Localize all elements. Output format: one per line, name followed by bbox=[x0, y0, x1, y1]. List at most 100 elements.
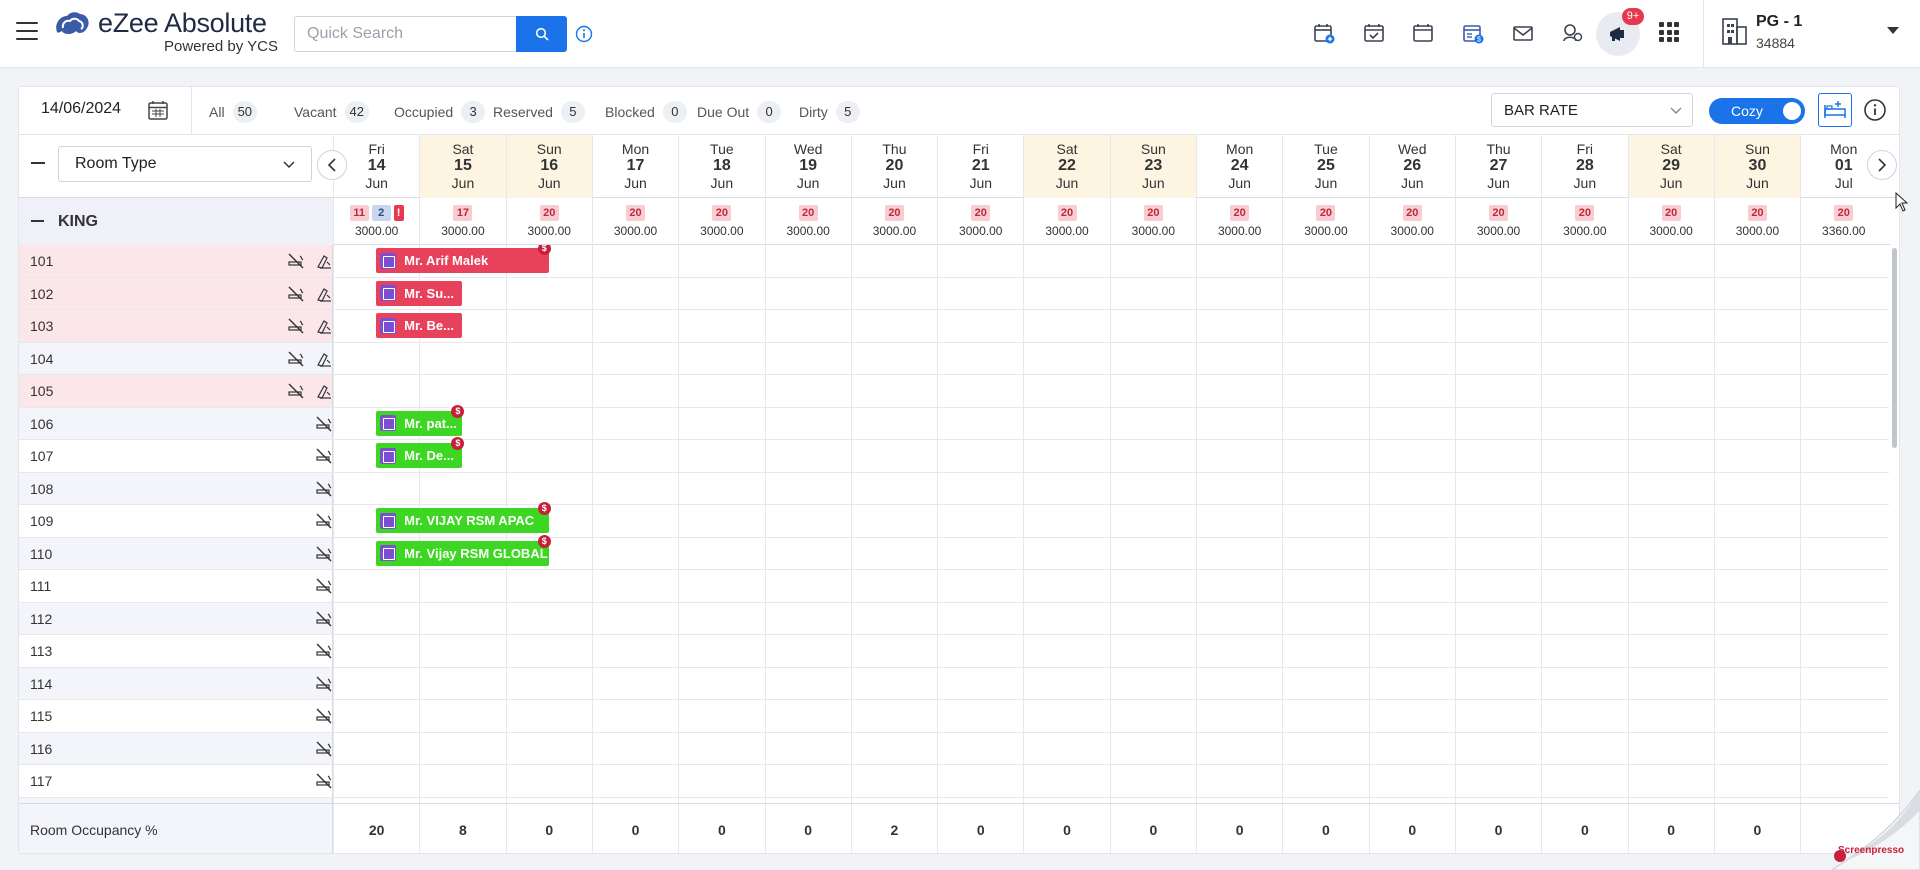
room-date-cell[interactable] bbox=[419, 667, 505, 699]
room-label-cell[interactable]: 117 bbox=[19, 765, 333, 797]
date-picker-icon[interactable] bbox=[147, 99, 169, 121]
room-date-cell[interactable] bbox=[1196, 342, 1282, 374]
room-date-cell[interactable] bbox=[1800, 245, 1886, 277]
room-date-cell[interactable] bbox=[937, 667, 1023, 699]
search-button[interactable] bbox=[516, 16, 567, 52]
room-date-cell[interactable] bbox=[1109, 700, 1196, 732]
room-date-cell[interactable] bbox=[1713, 277, 1800, 309]
room-date-cell[interactable] bbox=[1541, 505, 1627, 537]
room-date-cell[interactable] bbox=[1282, 342, 1368, 374]
room-date-cell[interactable] bbox=[591, 342, 678, 374]
status-filter-blocked[interactable]: Blocked 0 bbox=[605, 101, 687, 123]
availability-cell[interactable]: 20 3000.00 bbox=[850, 198, 937, 245]
room-date-cell[interactable] bbox=[764, 472, 851, 504]
room-date-cell[interactable] bbox=[505, 700, 592, 732]
room-date-cell[interactable] bbox=[678, 700, 764, 732]
room-date-cell[interactable] bbox=[1800, 505, 1886, 537]
room-date-cell[interactable] bbox=[1713, 732, 1800, 764]
room-date-cell[interactable] bbox=[505, 342, 592, 374]
room-date-cell[interactable] bbox=[850, 667, 937, 699]
room-date-cell[interactable] bbox=[937, 407, 1023, 439]
selected-date[interactable]: 14/06/2024 bbox=[41, 100, 121, 118]
room-date-cell[interactable] bbox=[1196, 537, 1282, 569]
room-date-cell[interactable] bbox=[850, 407, 937, 439]
room-date-cell[interactable] bbox=[1541, 537, 1627, 569]
room-date-cell[interactable] bbox=[764, 570, 851, 602]
availability-cell[interactable]: 20 3000.00 bbox=[1109, 198, 1196, 245]
status-filter-occupied[interactable]: Occupied 3 bbox=[394, 101, 486, 123]
availability-cell[interactable]: 20 3000.00 bbox=[764, 198, 851, 245]
room-date-cell[interactable] bbox=[1713, 407, 1800, 439]
room-date-cell[interactable] bbox=[678, 245, 764, 277]
room-date-cell[interactable] bbox=[1800, 732, 1886, 764]
room-label-cell[interactable]: 104 bbox=[19, 342, 333, 374]
room-date-cell[interactable] bbox=[1541, 440, 1627, 472]
room-date-cell[interactable] bbox=[1196, 310, 1282, 342]
room-date-cell[interactable] bbox=[1109, 407, 1196, 439]
room-date-cell[interactable] bbox=[1368, 635, 1455, 667]
room-date-cell[interactable] bbox=[1541, 277, 1627, 309]
reservation-block[interactable]: Mr. VIJAY RSM APAC bbox=[376, 508, 549, 533]
room-date-cell[interactable] bbox=[1454, 375, 1541, 407]
room-date-cell[interactable] bbox=[1282, 667, 1368, 699]
room-date-cell[interactable] bbox=[1196, 277, 1282, 309]
room-date-cell[interactable] bbox=[1454, 602, 1541, 634]
room-date-cell[interactable] bbox=[1627, 537, 1714, 569]
room-label-cell[interactable]: 106 bbox=[19, 407, 333, 439]
room-date-cell[interactable] bbox=[1627, 277, 1714, 309]
room-date-cell[interactable] bbox=[1627, 245, 1714, 277]
room-date-cell[interactable] bbox=[1196, 440, 1282, 472]
room-date-cell[interactable] bbox=[1627, 505, 1714, 537]
room-date-cell[interactable] bbox=[678, 570, 764, 602]
room-date-cell[interactable] bbox=[1713, 245, 1800, 277]
room-date-cell[interactable] bbox=[764, 602, 851, 634]
room-date-cell[interactable] bbox=[591, 505, 678, 537]
room-date-cell[interactable] bbox=[1196, 505, 1282, 537]
room-date-cell[interactable] bbox=[1368, 407, 1455, 439]
room-date-cell[interactable] bbox=[678, 732, 764, 764]
date-column-header[interactable]: Thu 20 Jun bbox=[850, 135, 937, 198]
availability-cell[interactable]: 11 2! 3000.00 bbox=[333, 198, 419, 245]
cozy-view-toggle[interactable]: Cozy bbox=[1709, 98, 1805, 124]
info-icon[interactable] bbox=[1863, 98, 1887, 122]
availability-cell[interactable]: 20 3000.00 bbox=[1541, 198, 1627, 245]
room-date-cell[interactable] bbox=[850, 537, 937, 569]
room-date-cell[interactable] bbox=[591, 310, 678, 342]
room-date-cell[interactable] bbox=[333, 375, 419, 407]
room-date-cell[interactable] bbox=[1454, 635, 1541, 667]
room-date-cell[interactable] bbox=[1627, 765, 1714, 797]
room-date-cell[interactable] bbox=[678, 765, 764, 797]
check-in-calendar-icon[interactable] bbox=[1359, 18, 1389, 48]
reservation-block[interactable]: Mr. De... bbox=[376, 443, 463, 468]
room-date-cell[interactable] bbox=[591, 700, 678, 732]
room-label-cell[interactable]: 101 bbox=[19, 245, 333, 277]
room-date-cell[interactable] bbox=[1454, 765, 1541, 797]
room-date-cell[interactable] bbox=[1800, 440, 1886, 472]
availability-cell[interactable]: 20 3360.00 bbox=[1800, 198, 1886, 245]
room-date-cell[interactable] bbox=[1627, 472, 1714, 504]
room-date-cell[interactable] bbox=[1541, 375, 1627, 407]
room-date-cell[interactable] bbox=[1454, 440, 1541, 472]
room-date-cell[interactable] bbox=[1541, 472, 1627, 504]
room-date-cell[interactable] bbox=[1541, 310, 1627, 342]
room-date-cell[interactable] bbox=[1109, 602, 1196, 634]
room-date-cell[interactable] bbox=[1196, 765, 1282, 797]
date-column-header[interactable]: Sat 15 Jun bbox=[419, 135, 506, 198]
room-date-cell[interactable] bbox=[1541, 732, 1627, 764]
room-date-cell[interactable] bbox=[1282, 375, 1368, 407]
room-date-cell[interactable] bbox=[1368, 537, 1455, 569]
chevron-down-icon[interactable] bbox=[1886, 26, 1900, 36]
room-date-cell[interactable] bbox=[1454, 407, 1541, 439]
room-date-cell[interactable] bbox=[419, 375, 505, 407]
room-date-cell[interactable] bbox=[937, 277, 1023, 309]
date-column-header[interactable]: Fri 21 Jun bbox=[937, 135, 1023, 198]
room-date-cell[interactable] bbox=[1023, 375, 1109, 407]
room-date-cell[interactable] bbox=[1713, 667, 1800, 699]
room-date-cell[interactable] bbox=[1713, 765, 1800, 797]
room-date-cell[interactable] bbox=[591, 472, 678, 504]
date-column-header[interactable]: Thu 27 Jun bbox=[1454, 135, 1541, 198]
room-date-cell[interactable] bbox=[850, 342, 937, 374]
room-date-cell[interactable] bbox=[1368, 700, 1455, 732]
room-date-cell[interactable] bbox=[678, 635, 764, 667]
room-date-cell[interactable] bbox=[1627, 440, 1714, 472]
